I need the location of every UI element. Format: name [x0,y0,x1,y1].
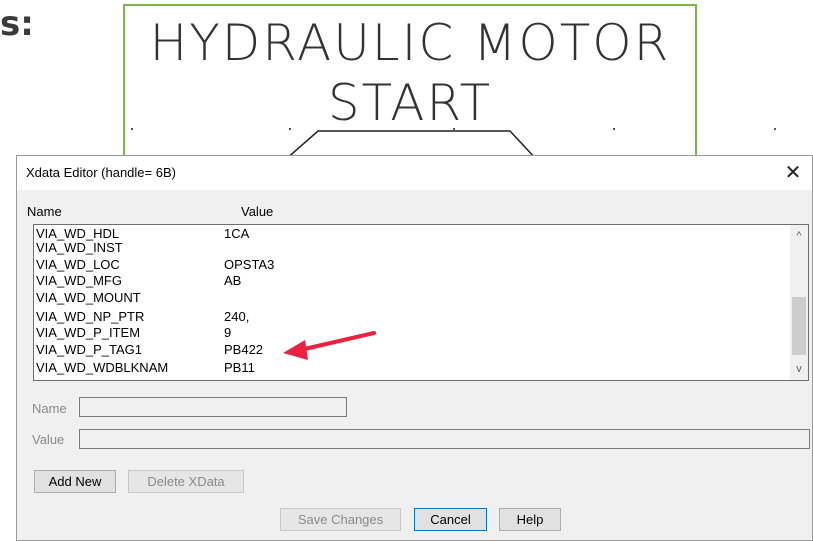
row-name: VIA_WD_NP_PTR [36,309,145,324]
cad-drawing-shape [131,128,776,160]
grid-dot [774,128,776,130]
row-name: VIA_WD_WDBLKNAM [36,360,169,375]
list-item[interactable]: VIA_WD_P_ITEM 9 [34,326,791,340]
row-value: PB422 [224,342,264,357]
xdata-list[interactable]: VIA_WD_HDL 1CA VIA_WD_INST VIA_WD_LOC OP… [33,224,809,381]
scroll-up-icon[interactable]: ^ [790,227,808,245]
cancel-button[interactable]: Cancel [414,508,487,531]
grid-dot [613,128,615,130]
add-new-button[interactable]: Add New [34,470,116,493]
delete-xdata-button[interactable]: Delete XData [128,470,244,493]
row-value: 9 [224,325,232,340]
row-value: 1CA [224,226,250,241]
row-name: VIA_WD_P_ITEM [36,325,141,340]
close-icon[interactable]: ✕ [778,158,808,188]
list-item[interactable]: VIA_WD_WDBLKNAM PB11 [34,361,791,375]
scroll-down-icon[interactable]: v [790,360,808,378]
help-button[interactable]: Help [499,508,561,531]
grid-dot [289,128,291,130]
grid-dot [453,128,455,130]
xdata-editor-dialog: Xdata Editor (handle= 6B) ✕ Name Value V… [16,155,813,541]
grid-dot [131,128,133,130]
list-item[interactable]: VIA_WD_P_TAG1 PB422 [34,343,791,357]
dialog-titlebar[interactable]: Xdata Editor (handle= 6B) ✕ [17,156,812,190]
row-value: OPSTA3 [224,257,275,272]
list-item[interactable]: VIA_WD_NP_PTR 240, [34,310,791,324]
list-scrollbar[interactable]: ^ v [790,225,808,380]
row-name: VIA_WD_INST [36,240,123,255]
name-field-label: Name [32,401,67,416]
scroll-thumb[interactable] [792,297,806,355]
row-name: VIA_WD_P_TAG1 [36,342,142,357]
name-field[interactable] [79,397,347,417]
row-name: VIA_WD_MFG [36,273,122,288]
row-value: AB [224,273,242,288]
list-item[interactable]: VIA_WD_MFG AB [34,274,791,288]
list-item[interactable]: VIA_WD_LOC OPSTA3 [34,258,791,272]
list-item[interactable]: VIA_WD_INST [34,241,791,255]
column-header-value[interactable]: Value [241,204,273,219]
list-item[interactable]: VIA_WD_HDL 1CA [34,227,791,241]
row-value: 240, [224,309,250,324]
save-changes-button[interactable]: Save Changes [280,508,401,531]
list-item[interactable]: VIA_WD_MOUNT [34,291,791,305]
value-field[interactable] [79,429,810,449]
row-name: VIA_WD_HDL [36,226,120,241]
row-value: PB11 [224,360,255,375]
column-header-name[interactable]: Name [27,204,62,219]
value-field-label: Value [32,432,65,447]
row-name: VIA_WD_LOC [36,257,120,272]
row-name: VIA_WD_MOUNT [36,290,141,305]
dialog-title: Xdata Editor (handle= 6B) [26,165,176,180]
